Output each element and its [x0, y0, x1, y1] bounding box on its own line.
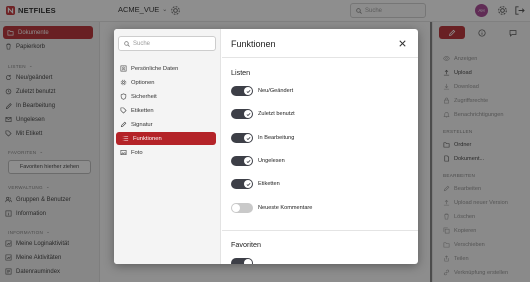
toggle-switch[interactable] — [231, 86, 253, 96]
toggle-switch[interactable] — [231, 109, 253, 119]
settings-nav-foto[interactable]: Foto — [114, 146, 221, 159]
nav-label: Foto — [131, 149, 143, 156]
toggle-switch[interactable] — [231, 258, 253, 264]
nav-label: Funktionen — [133, 135, 162, 142]
divider — [222, 57, 418, 58]
check-icon — [244, 180, 252, 188]
photo-icon — [120, 150, 127, 155]
nav-label: Persönliche Daten — [131, 65, 179, 72]
toggle-switch[interactable] — [231, 203, 253, 213]
shield-icon — [120, 93, 127, 100]
signature-icon — [120, 121, 127, 128]
nav-label: Optionen — [131, 79, 155, 86]
dialog-title: Funktionen — [231, 39, 276, 49]
gear-icon — [120, 79, 127, 86]
divider — [222, 230, 418, 231]
check-icon — [244, 259, 252, 264]
settings-nav-etiketten[interactable]: Etiketten — [114, 104, 221, 117]
toggle-label: Neueste Kommentare — [258, 205, 313, 211]
toggle-switch[interactable] — [231, 133, 253, 143]
settings-panel: Funktionen Listen Neu/Geändert Zuletzt b… — [222, 29, 418, 264]
user-icon — [120, 65, 127, 72]
settings-nav-persoenliche-daten[interactable]: Persönliche Daten — [114, 62, 221, 75]
check-icon — [244, 157, 252, 165]
settings-nav-sicherheit[interactable]: Sicherheit — [114, 90, 221, 103]
check-icon — [244, 134, 252, 142]
toggle-switch[interactable] — [231, 156, 253, 166]
settings-search-input[interactable]: Suche — [118, 36, 216, 51]
close-icon[interactable] — [397, 38, 408, 49]
toggle-row-neueste-kommentare[interactable]: Neueste Kommentare — [231, 203, 312, 213]
check-icon — [244, 87, 252, 95]
toggle-row-etiketten[interactable]: Etiketten — [231, 179, 280, 189]
check-icon — [244, 110, 252, 118]
toggle-row-neu-geaendert[interactable]: Neu/Geändert — [231, 86, 293, 96]
toggle-label: Etiketten — [258, 181, 280, 187]
settings-nav: Suche Persönliche Daten Optionen Sicherh… — [114, 29, 221, 264]
toggle-label: Ungelesen — [258, 158, 285, 164]
settings-dialog: Suche Persönliche Daten Optionen Sicherh… — [114, 29, 418, 264]
section-title-listen: Listen — [231, 68, 251, 77]
nav-label: Etiketten — [131, 107, 154, 114]
settings-nav-signatur[interactable]: Signatur — [114, 118, 221, 131]
toggle-row-favoriten-partial[interactable] — [231, 258, 253, 264]
nav-label: Sicherheit — [131, 93, 157, 100]
search-placeholder: Suche — [133, 40, 151, 47]
toggle-label: Zuletzt benutzt — [258, 111, 295, 117]
toggle-label: In Bearbeitung — [258, 135, 295, 141]
tag-icon — [120, 107, 127, 114]
list-icon — [122, 136, 129, 141]
toggle-row-zuletzt-benutzt[interactable]: Zuletzt benutzt — [231, 109, 295, 119]
settings-nav-funktionen[interactable]: Funktionen — [116, 132, 216, 145]
toggle-knob — [232, 204, 240, 212]
toggle-switch[interactable] — [231, 179, 253, 189]
section-title-favoriten: Favoriten — [231, 240, 261, 249]
search-icon — [124, 40, 130, 47]
toggle-row-in-bearbeitung[interactable]: In Bearbeitung — [231, 133, 294, 143]
toggle-row-ungelesen[interactable]: Ungelesen — [231, 156, 285, 166]
toggle-label: Neu/Geändert — [258, 88, 294, 94]
nav-label: Signatur — [131, 121, 153, 128]
app-window: NETFILES ACME_VUE ⌄ Suche AH Dokumente P… — [0, 0, 530, 282]
settings-nav-optionen[interactable]: Optionen — [114, 76, 221, 89]
